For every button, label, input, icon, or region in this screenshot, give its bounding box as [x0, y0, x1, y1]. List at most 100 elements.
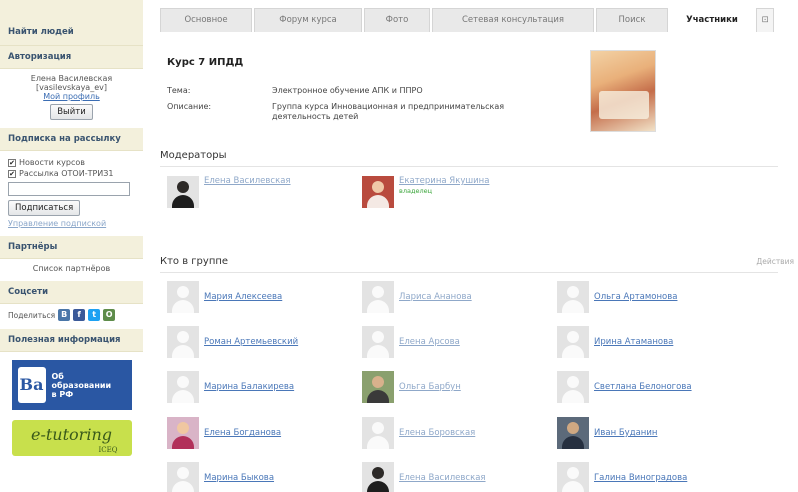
user-login: [vasilevskaya_ev]	[35, 83, 107, 92]
email-input[interactable]	[8, 182, 130, 196]
moderator-item[interactable]: Екатерина Якушина владелец	[362, 176, 489, 208]
avatar[interactable]	[167, 281, 199, 313]
member-item[interactable]: Лариса Ананова	[362, 281, 472, 313]
checkbox-mailing[interactable]: ✔	[8, 169, 16, 178]
member-name[interactable]: Ольга Артамонова	[594, 292, 677, 302]
avatar[interactable]	[362, 281, 394, 313]
avatar[interactable]	[362, 326, 394, 358]
avatar[interactable]	[362, 371, 394, 403]
course-theme-label: Тема:	[167, 86, 191, 95]
avatar[interactable]	[167, 462, 199, 492]
avatar[interactable]	[167, 326, 199, 358]
member-item[interactable]: Ирина Атаманова	[557, 326, 673, 358]
auth-panel: Елена Василевская [vasilevskaya_ev] Мой …	[0, 69, 143, 128]
member-name[interactable]: Марина Быкова	[204, 473, 274, 483]
member-item[interactable]: Мария Алексеева	[167, 281, 282, 313]
tab-main[interactable]: Основное	[160, 8, 252, 32]
member-item[interactable]: Елена Василевская	[362, 462, 486, 492]
actions-link[interactable]: Действия	[756, 257, 794, 266]
moderator-item[interactable]: Елена Василевская	[167, 176, 291, 208]
avatar[interactable]	[167, 371, 199, 403]
partners-list-link[interactable]: Список партнёров	[33, 264, 110, 273]
tab-search[interactable]: Поиск	[596, 8, 668, 32]
member-name[interactable]: Лариса Ананова	[399, 292, 472, 302]
facebook-icon[interactable]: f	[73, 309, 86, 321]
subscription-panel: ✔ Новости курсов ✔ Рассылка ОТОИ-ТРИЗ1 П…	[0, 151, 143, 236]
member-name[interactable]: Мария Алексеева	[204, 292, 282, 302]
education-law-banner[interactable]: Ba Об образовании в РФ	[11, 360, 132, 410]
course-theme-value: Электронное обучение АПК и ППРО	[272, 86, 423, 95]
find-people-label[interactable]: Найти людей	[8, 27, 74, 37]
avatar[interactable]	[557, 462, 589, 492]
etutoring-banner[interactable]: e-tutoring ICEQ	[11, 420, 132, 456]
moderator-name[interactable]: Елена Василевская	[204, 176, 291, 186]
member-name[interactable]: Елена Василевская	[399, 473, 486, 483]
member-name[interactable]: Ольга Барбун	[399, 382, 461, 392]
member-item[interactable]: Ольга Барбун	[362, 371, 461, 403]
avatar[interactable]	[557, 326, 589, 358]
avatar[interactable]	[167, 176, 199, 208]
partners-panel: Список партнёров	[0, 259, 143, 281]
member-item[interactable]: Ольга Артамонова	[557, 281, 677, 313]
owner-badge: владелец	[399, 187, 433, 195]
tab-course-forum[interactable]: Форум курса	[254, 8, 362, 32]
avatar[interactable]	[362, 462, 394, 492]
member-name[interactable]: Марина Балакирева	[204, 382, 294, 392]
member-name[interactable]: Елена Арсова	[399, 337, 460, 347]
member-item[interactable]: Галина Виноградова	[557, 462, 687, 492]
tab-members[interactable]: Участники	[670, 8, 754, 32]
find-people-link[interactable]: Найти людей	[0, 0, 143, 46]
avatar[interactable]	[362, 176, 394, 208]
user-name: Елена Василевская	[30, 74, 113, 83]
moderator-name[interactable]: Екатерина Якушина	[399, 176, 489, 186]
course-photo	[590, 50, 656, 132]
social-header: Соцсети	[0, 281, 143, 304]
avatar[interactable]	[557, 371, 589, 403]
member-name[interactable]: Елена Боровская	[399, 428, 475, 438]
member-item[interactable]: Елена Богданова	[167, 417, 281, 449]
useful-info-header: Полезная информация	[0, 329, 143, 352]
avatar[interactable]	[167, 417, 199, 449]
avatar[interactable]	[557, 281, 589, 313]
divider	[160, 272, 778, 273]
subscription-option-label: Рассылка ОТОИ-ТРИЗ1	[19, 169, 114, 178]
vk-icon[interactable]: В	[58, 309, 71, 321]
member-item[interactable]: Марина Балакирева	[167, 371, 294, 403]
manage-subscription-link[interactable]: Управление подпиской	[8, 219, 106, 228]
subscription-header: Подписка на рассылку	[0, 128, 143, 151]
member-name[interactable]: Роман Артемьевский	[204, 337, 298, 347]
member-item[interactable]: Елена Арсова	[362, 326, 460, 358]
member-item[interactable]: Иван Буданин	[557, 417, 657, 449]
hse-logo: Ba	[17, 367, 46, 403]
odnoklassniki-icon[interactable]: О	[103, 309, 116, 321]
banner-text-line: в РФ	[51, 389, 74, 399]
tab-photo[interactable]: Фото	[364, 8, 430, 32]
etutoring-sub: ICEQ	[98, 446, 118, 454]
logout-button[interactable]: Выйти	[50, 104, 93, 120]
member-item[interactable]: Роман Артемьевский	[167, 326, 298, 358]
tab-network-consultation[interactable]: Сетевая консультация	[432, 8, 594, 32]
etutoring-logo-text: e-tutoring	[31, 425, 112, 444]
member-item[interactable]: Марина Быкова	[167, 462, 274, 492]
tab-extra-icon[interactable]: ⊡	[756, 8, 774, 32]
profile-link[interactable]: Мой профиль	[43, 92, 100, 101]
avatar[interactable]	[557, 417, 589, 449]
member-name[interactable]: Елена Богданова	[204, 428, 281, 438]
member-item[interactable]: Светлана Белоногова	[557, 371, 692, 403]
member-name[interactable]: Иван Буданин	[594, 428, 657, 438]
avatar[interactable]	[362, 417, 394, 449]
member-name[interactable]: Галина Виноградова	[594, 473, 687, 483]
sidebar: Найти людей Авторизация Елена Василевска…	[0, 0, 143, 492]
tab-bar: Основное Форум курса Фото Сетевая консул…	[160, 8, 798, 32]
subscription-option-news[interactable]: ✔ Новости курсов	[8, 158, 135, 167]
subscription-option-mailing[interactable]: ✔ Рассылка ОТОИ-ТРИЗ1	[8, 169, 135, 178]
moderators-title: Модераторы	[160, 150, 227, 161]
member-name[interactable]: Ирина Атаманова	[594, 337, 673, 347]
member-item[interactable]: Елена Боровская	[362, 417, 475, 449]
partners-header: Партнёры	[0, 236, 143, 259]
member-name[interactable]: Светлана Белоногова	[594, 382, 692, 392]
subscribe-button[interactable]: Подписаться	[8, 200, 81, 216]
course-desc-label: Описание:	[167, 102, 212, 111]
twitter-icon[interactable]: t	[88, 309, 101, 321]
checkbox-news[interactable]: ✔	[8, 158, 16, 167]
